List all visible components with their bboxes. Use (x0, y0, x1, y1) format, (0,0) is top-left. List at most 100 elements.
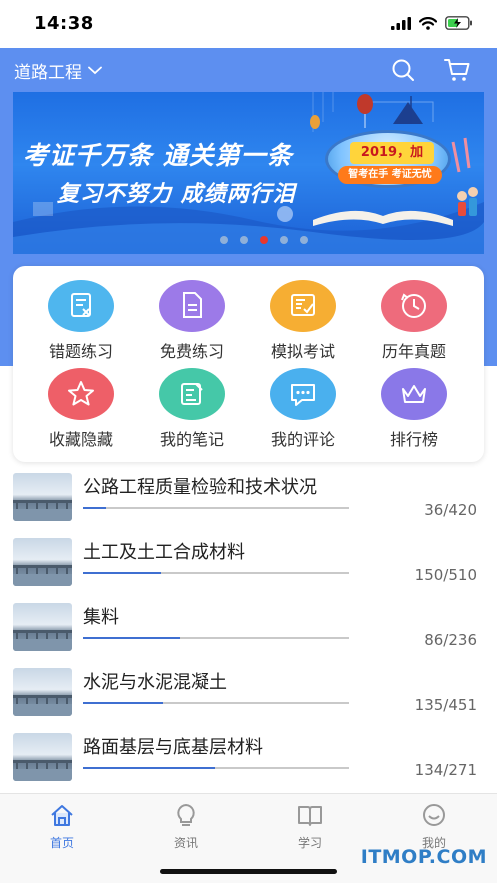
menu-item-label: 免费练习 (159, 342, 224, 361)
banner-pagination[interactable] (13, 236, 484, 244)
menu-item-crown[interactable]: 排行榜 (359, 368, 469, 450)
status-icons (391, 16, 473, 30)
menu-item-star[interactable]: 收藏隐藏 (26, 368, 136, 450)
course-progress-fill (83, 767, 215, 769)
tab-icon-wrap (394, 802, 474, 828)
cellular-signal-icon (391, 16, 411, 30)
course-progress-fill (83, 702, 163, 704)
star-icon (68, 381, 94, 406)
banner-dot[interactable] (279, 236, 288, 244)
menu-item-label: 排行榜 (389, 430, 438, 449)
course-list-item[interactable]: 公路工程质量检验和技术状况 36/420 (0, 473, 497, 531)
bridge-thumbnail-image (13, 760, 72, 781)
course-progress-fill (83, 507, 106, 509)
category-label: 道路工程 (14, 63, 82, 83)
banner-headline: 考证千万条 通关第一条 (23, 141, 293, 170)
course-list-item[interactable]: 集料 86/236 (0, 603, 497, 661)
course-progress-bar (83, 637, 349, 639)
tab-icon-wrap (146, 802, 226, 828)
course-title: 水泥与水泥混凝土 (83, 672, 227, 693)
menu-item-circle (159, 280, 225, 332)
course-list-item[interactable]: 路面基层与底基层材料 134/271 (0, 733, 497, 791)
wifi-icon (419, 16, 437, 30)
menu-item-label: 我的笔记 (159, 430, 224, 449)
course-thumbnail (13, 733, 72, 781)
course-title: 集料 (83, 607, 119, 628)
menu-item-note[interactable]: 我的笔记 (137, 368, 247, 450)
tab-lightbulb[interactable]: 资讯 (146, 802, 226, 851)
menu-item-circle (381, 368, 447, 420)
tab-label: 首页 (49, 836, 74, 850)
course-thumbnail (13, 603, 72, 651)
tab-home[interactable]: 首页 (22, 802, 102, 851)
menu-item-label: 我的评论 (270, 430, 335, 449)
cart-icon[interactable] (444, 58, 470, 82)
menu-item-label: 收藏隐藏 (48, 430, 113, 449)
menu-item-exam[interactable]: 模拟考试 (248, 280, 358, 362)
menu-item-document[interactable]: 免费练习 (137, 280, 247, 362)
course-title: 土工及土工合成材料 (83, 542, 245, 563)
menu-item-circle (270, 280, 336, 332)
course-thumbnail (13, 473, 72, 521)
bridge-thumbnail-image (13, 565, 72, 586)
banner-badge: 2019，加油！ 智考在手 考证无忧 (325, 130, 451, 188)
course-list-item[interactable]: 土工及土工合成材料 150/510 (0, 538, 497, 596)
course-progress-fill (83, 637, 180, 639)
course-thumbnail (13, 538, 72, 586)
lightbulb-icon (177, 803, 195, 826)
tab-icon-wrap (270, 802, 350, 828)
menu-item-label: 历年真题 (381, 342, 446, 361)
course-progress-bar (83, 767, 349, 769)
tab-icon-wrap (22, 802, 102, 828)
menu-item-circle (48, 368, 114, 420)
course-thumbnail (13, 668, 72, 716)
search-icon[interactable] (391, 58, 415, 82)
banner-dot[interactable] (239, 236, 248, 244)
watermark: ITMOP.COM (360, 846, 487, 868)
tab-smile[interactable]: 我的 (394, 802, 474, 851)
course-progress-count: 150/510 (414, 566, 477, 584)
badge-slogan: 智考在手 考证无忧 (338, 166, 442, 184)
menu-item-history[interactable]: 历年真题 (359, 280, 469, 362)
bridge-thumbnail-image (13, 630, 72, 651)
wrong-question-icon (71, 293, 91, 317)
tab-book[interactable]: 学习 (270, 802, 350, 851)
smile-icon (423, 804, 445, 826)
course-progress-count: 134/271 (414, 761, 477, 779)
quick-menu-card: 错题练习 免费练习 模拟考试 历年真题收藏隐藏 我的笔记 我的评论 排行榜 (13, 266, 484, 462)
menu-item-label: 模拟考试 (270, 342, 335, 361)
menu-item-wrong-question[interactable]: 错题练习 (26, 280, 136, 362)
banner-dot[interactable] (219, 236, 228, 244)
course-title: 路面基层与底基层材料 (83, 737, 263, 758)
category-selector[interactable]: 道路工程 (14, 58, 102, 83)
chevron-down-icon (88, 66, 102, 75)
banner-dot[interactable] (259, 236, 268, 244)
status-bar: 14:38 (0, 0, 497, 48)
menu-item-circle (270, 368, 336, 420)
home-icon (51, 805, 73, 826)
course-progress-bar (83, 702, 349, 704)
banner-dot[interactable] (299, 236, 308, 244)
book-icon (298, 806, 322, 826)
course-progress-count: 36/420 (424, 501, 477, 519)
crown-icon (402, 385, 426, 403)
note-icon (181, 383, 203, 405)
promo-banner[interactable]: 考证千万条 通关第一条 复习不努力 成绩两行泪 2019，加油！ 智考在手 考证… (13, 92, 484, 254)
status-time: 14:38 (34, 13, 94, 34)
comment-icon (291, 384, 315, 406)
course-progress-count: 135/451 (414, 696, 477, 714)
course-title: 公路工程质量检验和技术状况 (83, 477, 317, 498)
exam-icon (291, 294, 315, 316)
course-progress-bar (83, 507, 349, 509)
home-indicator (160, 869, 337, 874)
course-list-item[interactable]: 水泥与水泥混凝土 135/451 (0, 668, 497, 726)
menu-item-circle (159, 368, 225, 420)
course-progress-bar (83, 572, 349, 574)
history-icon (401, 293, 426, 318)
menu-item-circle (381, 280, 447, 332)
battery-charging-icon (445, 16, 472, 30)
banner-subline: 复习不努力 成绩两行泪 (57, 182, 296, 207)
menu-item-comment[interactable]: 我的评论 (248, 368, 358, 450)
menu-item-circle (48, 280, 114, 332)
tab-label: 学习 (297, 836, 322, 850)
